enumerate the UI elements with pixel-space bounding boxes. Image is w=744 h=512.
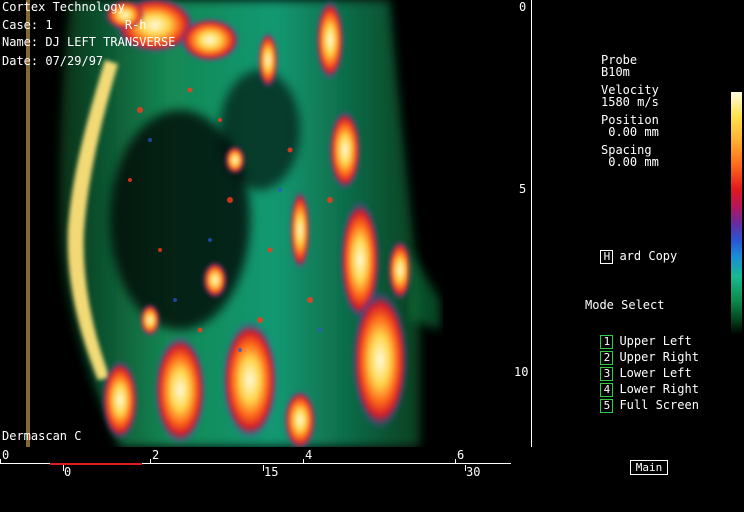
scan-date: Date: 07/29/97	[2, 54, 104, 68]
lateral-label-0: 0	[2, 448, 10, 462]
color-scale-bar	[731, 92, 742, 335]
device-label: Dermascan C	[2, 429, 82, 443]
mode-key-5: 5	[600, 399, 614, 413]
depth-label-0: 0	[519, 0, 527, 14]
position-value: 0.00 mm	[601, 125, 659, 139]
velocity-value: 1580 m/s	[601, 95, 659, 109]
company-name: Cortex Technology	[2, 0, 125, 14]
mode-select-title: Mode Select	[585, 298, 665, 312]
depth-label-5: 5	[519, 182, 527, 196]
depth-label-10: 10	[514, 365, 529, 379]
hard-copy-button[interactable]: Hard Copy	[586, 235, 677, 264]
lateral-tick	[455, 459, 456, 464]
time-label-0: 0	[64, 465, 72, 479]
patient-name: Name: DJ LEFT TRANSVERSE	[2, 35, 176, 49]
case-info: Case: 1 R-h	[2, 18, 147, 32]
lateral-label-6: 6	[457, 448, 465, 462]
lateral-label-4: 4	[305, 448, 313, 462]
lateral-label-2: 2	[152, 448, 160, 462]
hard-copy-label: ard Copy	[619, 249, 678, 263]
probe-value: B10m	[601, 65, 630, 79]
hard-copy-key: H	[600, 250, 614, 264]
mode-label-full-screen: Full Screen	[619, 398, 699, 412]
time-label-30: 30	[466, 465, 481, 479]
lateral-tick	[303, 459, 304, 464]
main-button[interactable]: Main	[630, 460, 668, 475]
time-label-15: 15	[264, 465, 279, 479]
spacing-value: 0.00 mm	[601, 155, 659, 169]
lateral-tick	[150, 459, 151, 464]
lateral-tick	[0, 459, 1, 464]
mode-full-screen[interactable]: 5 Full Screen	[586, 384, 699, 413]
